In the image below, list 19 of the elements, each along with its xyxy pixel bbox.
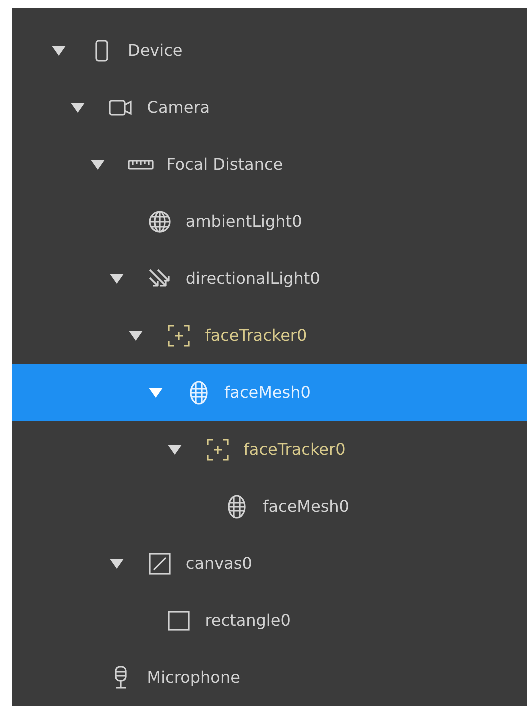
caret-icon[interactable] [52,46,66,56]
tree-item[interactable]: ambientLight0 [12,193,527,250]
tree-item[interactable]: Camera [12,79,527,136]
caret-icon[interactable] [110,558,124,568]
tree-item[interactable]: Microphone [12,649,527,706]
caret-icon[interactable] [71,102,86,112]
tree-item[interactable]: canvas0 [12,535,527,592]
caret-icon[interactable] [129,330,144,340]
tree-item[interactable]: faceTracker0 [12,307,527,364]
tree-item[interactable]: Focal Distance [12,136,527,193]
caret-icon[interactable] [90,160,105,170]
tree-item[interactable]: faceMesh0 [12,478,527,535]
tree-item[interactable]: directionalLight0 [12,250,527,307]
tree-item[interactable]: Device [12,22,527,79]
caret-icon[interactable] [110,274,124,284]
caret-icon[interactable] [168,444,182,454]
tree-item[interactable]: faceTracker0 [12,421,527,478]
caret-icon[interactable] [148,388,162,398]
tree-item[interactable]: rectangle0 [12,592,527,649]
